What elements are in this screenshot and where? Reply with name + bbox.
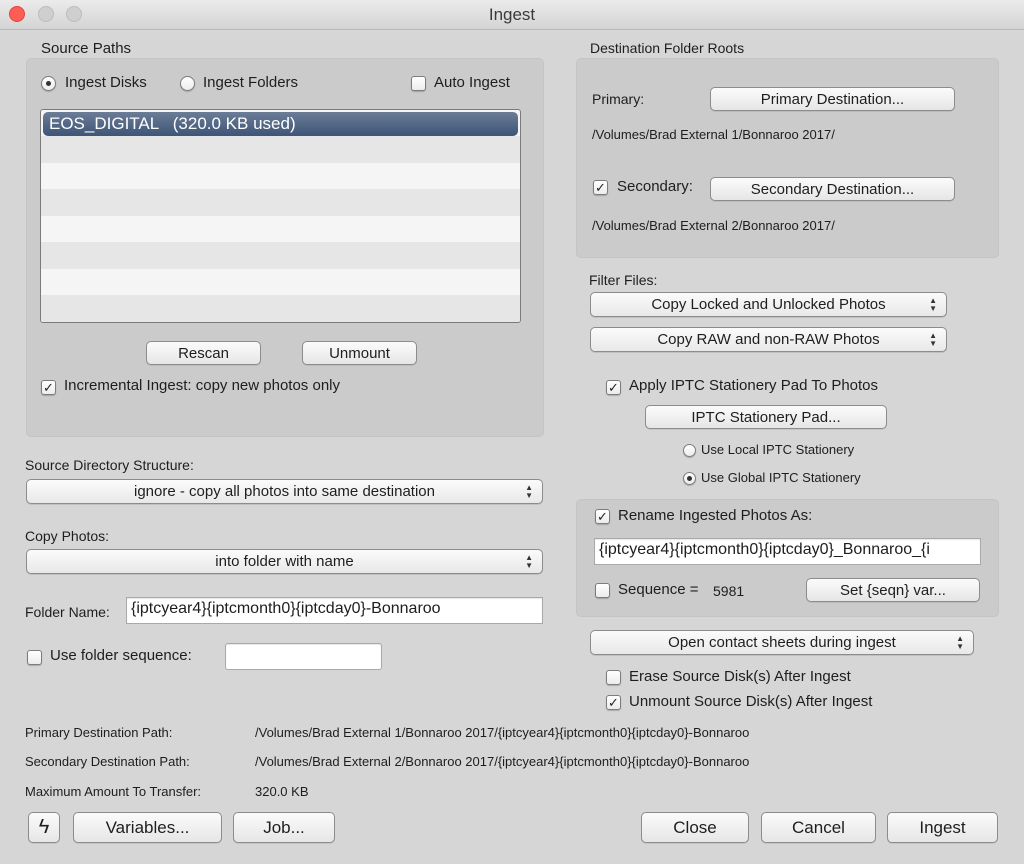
folder-sequence-label: Use folder sequence: <box>50 647 192 664</box>
contact-sheets-value: Open contact sheets during ingest <box>668 634 896 651</box>
check-icon: ✓ <box>608 695 619 710</box>
lightning-icon: ϟ <box>38 816 50 838</box>
check-icon: ✓ <box>43 380 54 395</box>
title-bar: Ingest <box>0 0 1024 30</box>
list-item[interactable]: EOS_DIGITAL (320.0 KB used) <box>43 112 518 136</box>
secondary-path: /Volumes/Brad External 2/Bonnaroo 2017/ <box>592 218 835 233</box>
auto-ingest-label: Auto Ingest <box>434 74 510 91</box>
source-directory-heading: Source Directory Structure: <box>25 457 194 473</box>
unmount-button[interactable]: Unmount <box>302 341 417 365</box>
apply-iptc-label: Apply IPTC Stationery Pad To Photos <box>629 377 879 394</box>
primary-label: Primary: <box>592 91 645 107</box>
copy-photos-value: into folder with name <box>215 553 354 570</box>
list-row-empty <box>41 215 520 242</box>
locked-filter-popup[interactable]: Copy Locked and Unlocked Photos ▲ ▼ <box>590 292 947 317</box>
source-directory-popup[interactable]: ignore - copy all photos into same desti… <box>26 479 543 504</box>
ingest-button[interactable]: Ingest <box>887 812 998 843</box>
raw-filter-popup[interactable]: Copy RAW and non-RAW Photos ▲ ▼ <box>590 327 947 352</box>
use-global-iptc-radio[interactable] <box>683 472 696 485</box>
variables-button[interactable]: Variables... <box>73 812 222 843</box>
list-row-empty <box>41 162 520 189</box>
check-icon: ✓ <box>595 180 606 195</box>
iptc-stationery-pad-button[interactable]: IPTC Stationery Pad... <box>645 405 887 429</box>
primary-destination-button[interactable]: Primary Destination... <box>710 87 955 111</box>
secondary-checkbox[interactable]: ✓ <box>593 180 608 195</box>
job-button[interactable]: Job... <box>233 812 335 843</box>
list-row-empty <box>41 268 520 295</box>
ingest-folders-radio[interactable] <box>180 76 195 91</box>
unmount-source-label: Unmount Source Disk(s) After Ingest <box>629 693 873 710</box>
folder-name-label: Folder Name: <box>25 604 110 620</box>
secondary-destination-button[interactable]: Secondary Destination... <box>710 177 955 201</box>
erase-source-checkbox[interactable] <box>606 670 621 685</box>
popup-arrows-icon: ▲ ▼ <box>956 633 964 651</box>
ingest-disks-label: Ingest Disks <box>65 74 147 91</box>
destination-roots-heading: Destination Folder Roots <box>590 40 745 56</box>
folder-sequence-checkbox[interactable] <box>27 650 42 665</box>
lightning-button[interactable]: ϟ <box>28 812 60 843</box>
set-seqn-var-button[interactable]: Set {seqn} var... <box>806 578 980 602</box>
sequence-checkbox[interactable] <box>595 583 610 598</box>
secondary-destination-path-value: /Volumes/Brad External 2/Bonnaroo 2017/{… <box>255 754 750 769</box>
source-paths-heading: Source Paths <box>41 40 132 57</box>
list-row-empty <box>41 295 520 322</box>
popup-arrows-icon: ▲ ▼ <box>525 482 533 500</box>
locked-filter-value: Copy Locked and Unlocked Photos <box>651 296 886 313</box>
filter-files-heading: Filter Files: <box>589 272 658 288</box>
max-transfer-value: 320.0 KB <box>255 784 309 799</box>
list-row-empty <box>41 242 520 269</box>
ingest-disks-radio[interactable] <box>41 76 56 91</box>
popup-arrows-icon: ▲ ▼ <box>929 330 937 348</box>
sequence-label: Sequence = <box>618 581 699 598</box>
rescan-button[interactable]: Rescan <box>146 341 261 365</box>
use-local-iptc-label: Use Local IPTC Stationery <box>701 442 855 457</box>
sequence-value: 5981 <box>713 583 745 599</box>
radio-dot <box>687 476 692 481</box>
max-transfer-label: Maximum Amount To Transfer: <box>25 784 202 799</box>
secondary-destination-path-label: Secondary Destination Path: <box>25 754 190 769</box>
primary-destination-path-label: Primary Destination Path: <box>25 725 173 740</box>
primary-destination-path-value: /Volumes/Brad External 1/Bonnaroo 2017/{… <box>255 725 750 740</box>
source-directory-value: ignore - copy all photos into same desti… <box>133 483 435 500</box>
window-title: Ingest <box>488 5 536 24</box>
erase-source-label: Erase Source Disk(s) After Ingest <box>629 668 851 685</box>
check-icon: ✓ <box>597 509 608 524</box>
check-icon: ✓ <box>608 380 619 395</box>
list-row-empty <box>41 136 520 163</box>
primary-path: /Volumes/Brad External 1/Bonnaroo 2017/ <box>592 127 835 142</box>
cancel-button[interactable]: Cancel <box>761 812 876 843</box>
incremental-ingest-label: Incremental Ingest: copy new photos only <box>64 377 340 394</box>
auto-ingest-checkbox[interactable] <box>411 76 426 91</box>
apply-iptc-checkbox[interactable]: ✓ <box>606 380 621 395</box>
copy-photos-heading: Copy Photos: <box>25 528 110 544</box>
list-row-empty <box>41 189 520 216</box>
contact-sheets-popup[interactable]: Open contact sheets during ingest ▲ ▼ <box>590 630 974 655</box>
secondary-label: Secondary: <box>617 178 693 195</box>
rename-checkbox[interactable]: ✓ <box>595 509 610 524</box>
ingest-folders-label: Ingest Folders <box>203 74 299 91</box>
popup-arrows-icon: ▲ ▼ <box>929 295 937 313</box>
use-global-iptc-label: Use Global IPTC Stationery <box>701 470 861 485</box>
rename-label: Rename Ingested Photos As: <box>618 507 813 524</box>
folder-name-input[interactable]: {iptcyear4}{iptcmonth0}{iptcday0}-Bonnar… <box>126 597 543 624</box>
incremental-ingest-checkbox[interactable]: ✓ <box>41 380 56 395</box>
unmount-source-checkbox[interactable]: ✓ <box>606 695 621 710</box>
close-button[interactable]: Close <box>641 812 749 843</box>
folder-sequence-input[interactable] <box>225 643 382 670</box>
radio-dot <box>46 81 51 86</box>
source-disk-list[interactable]: EOS_DIGITAL (320.0 KB used) <box>40 109 521 323</box>
rename-pattern-input[interactable]: {iptcyear4}{iptcmonth0}{iptcday0}_Bonnar… <box>594 538 981 565</box>
raw-filter-value: Copy RAW and non-RAW Photos <box>657 331 880 348</box>
copy-photos-popup[interactable]: into folder with name ▲ ▼ <box>26 549 543 574</box>
popup-arrows-icon: ▲ ▼ <box>525 552 533 570</box>
use-local-iptc-radio[interactable] <box>683 444 696 457</box>
